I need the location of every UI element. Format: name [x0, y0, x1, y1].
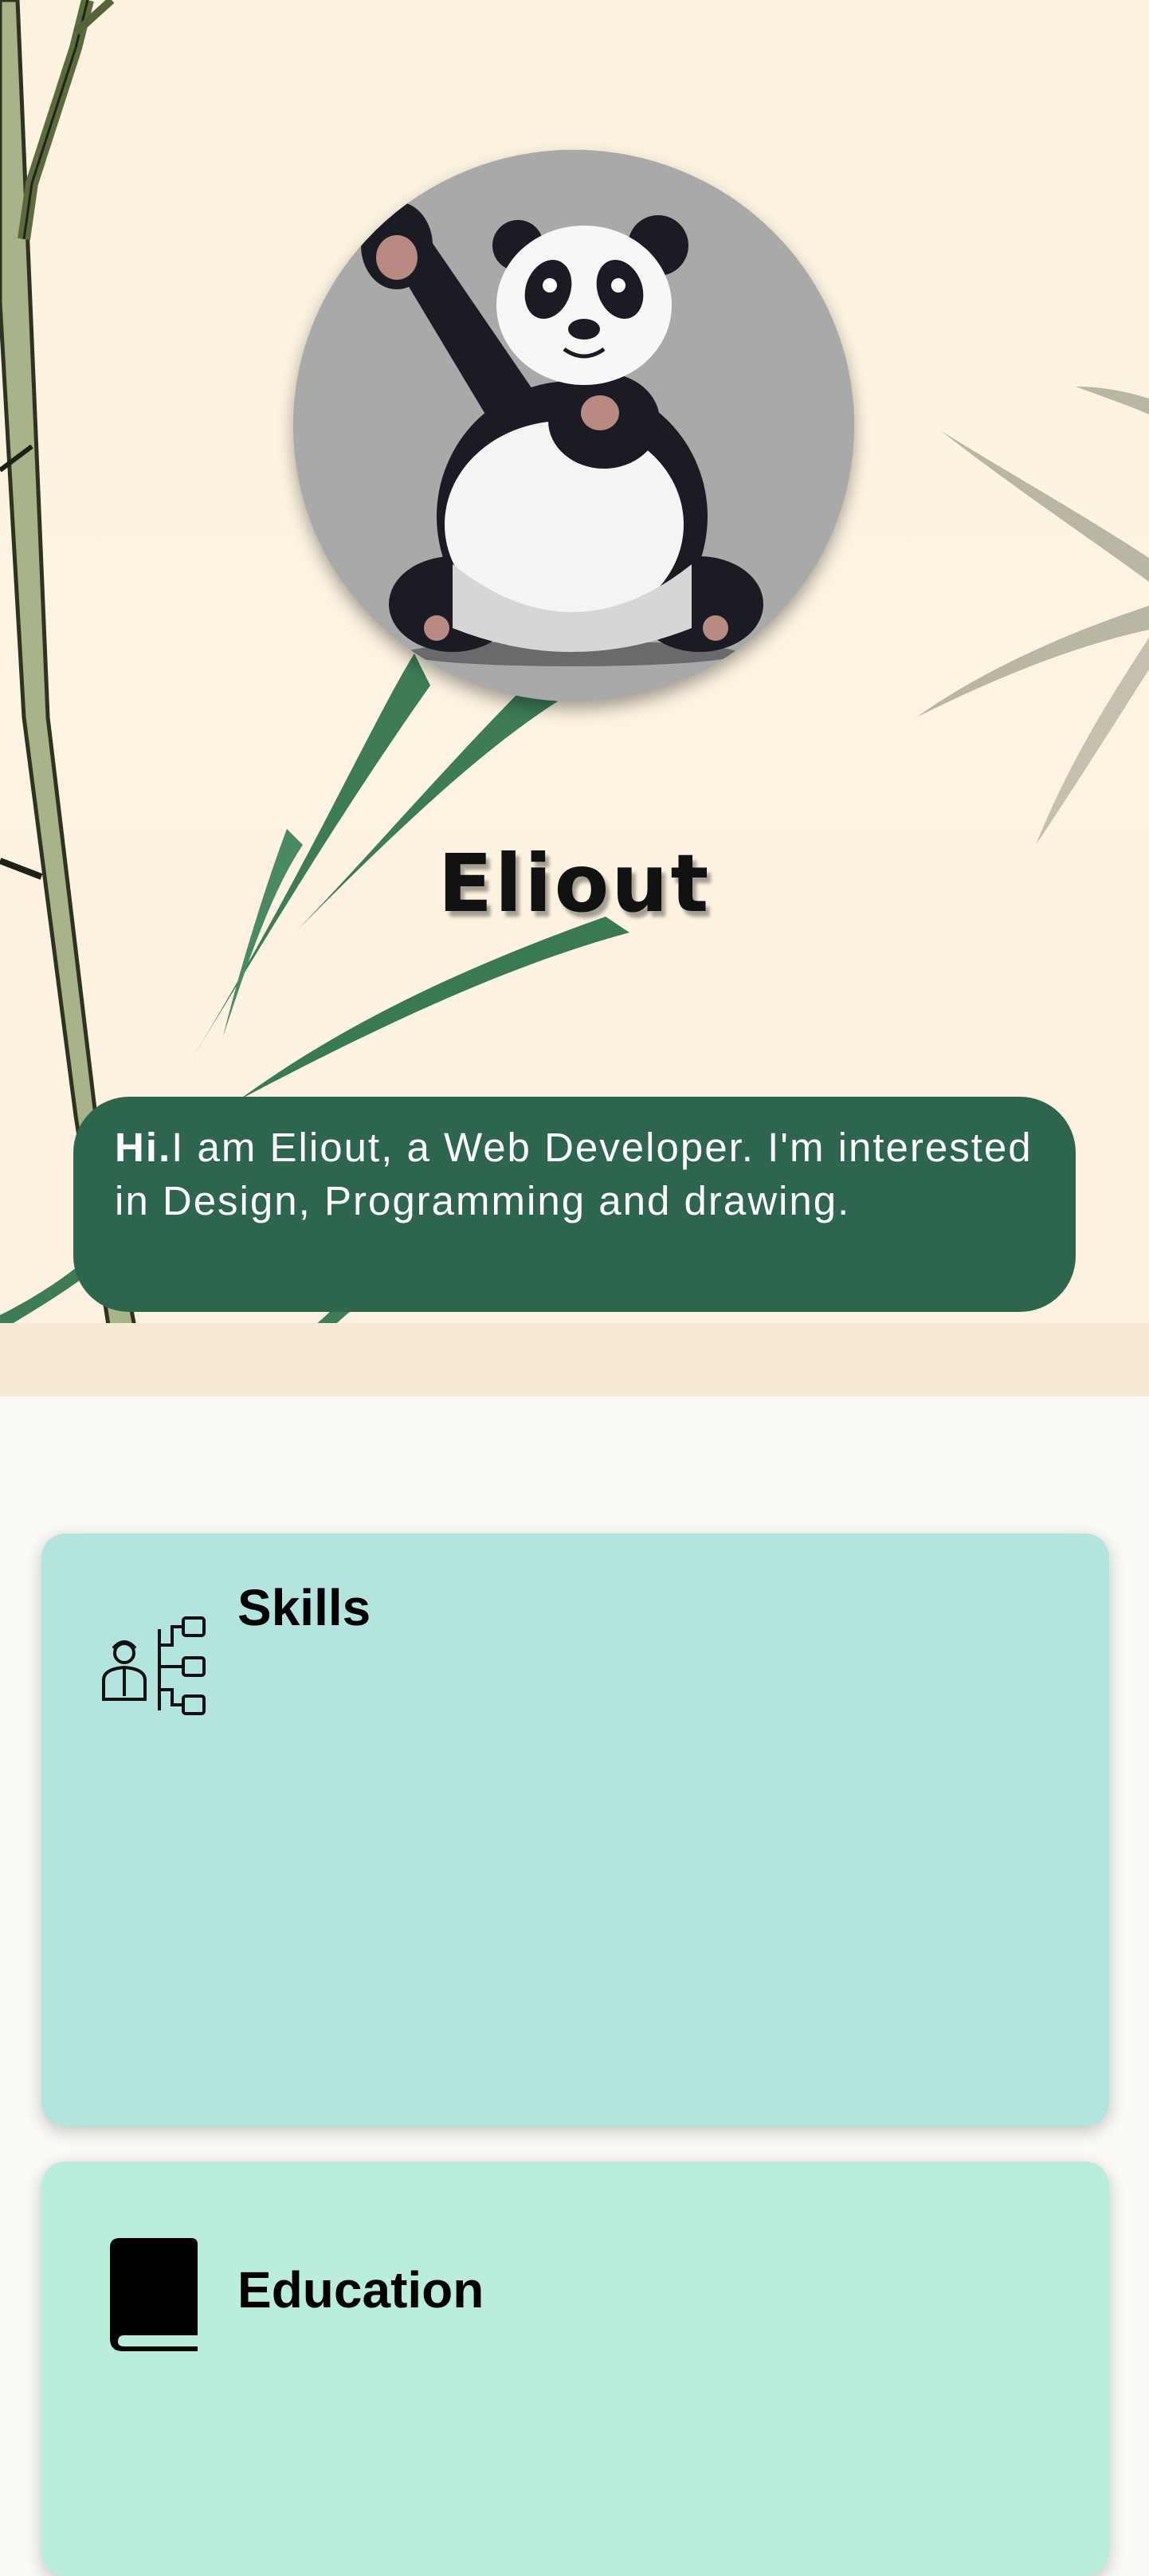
intro-greeting: Hi. [115, 1125, 172, 1170]
skills-tree-icon [102, 1616, 206, 1715]
skills-card: Skills [41, 1533, 1109, 2126]
profile-name: Eliout [437, 837, 712, 930]
panda-illustration [293, 150, 854, 701]
education-card: Education [41, 2162, 1109, 2576]
hero-section: Eliout Hi.I am Eliout, a Web Developer. … [0, 0, 1149, 1396]
education-title: Education [237, 2261, 484, 2319]
skills-title: Skills [237, 1579, 371, 1636]
book-icon [110, 2238, 198, 2351]
intro-text: I am Eliout, a Web Developer. I'm intere… [115, 1125, 1033, 1223]
avatar [293, 150, 854, 701]
intro-bubble: Hi.I am Eliout, a Web Developer. I'm int… [73, 1097, 1076, 1312]
